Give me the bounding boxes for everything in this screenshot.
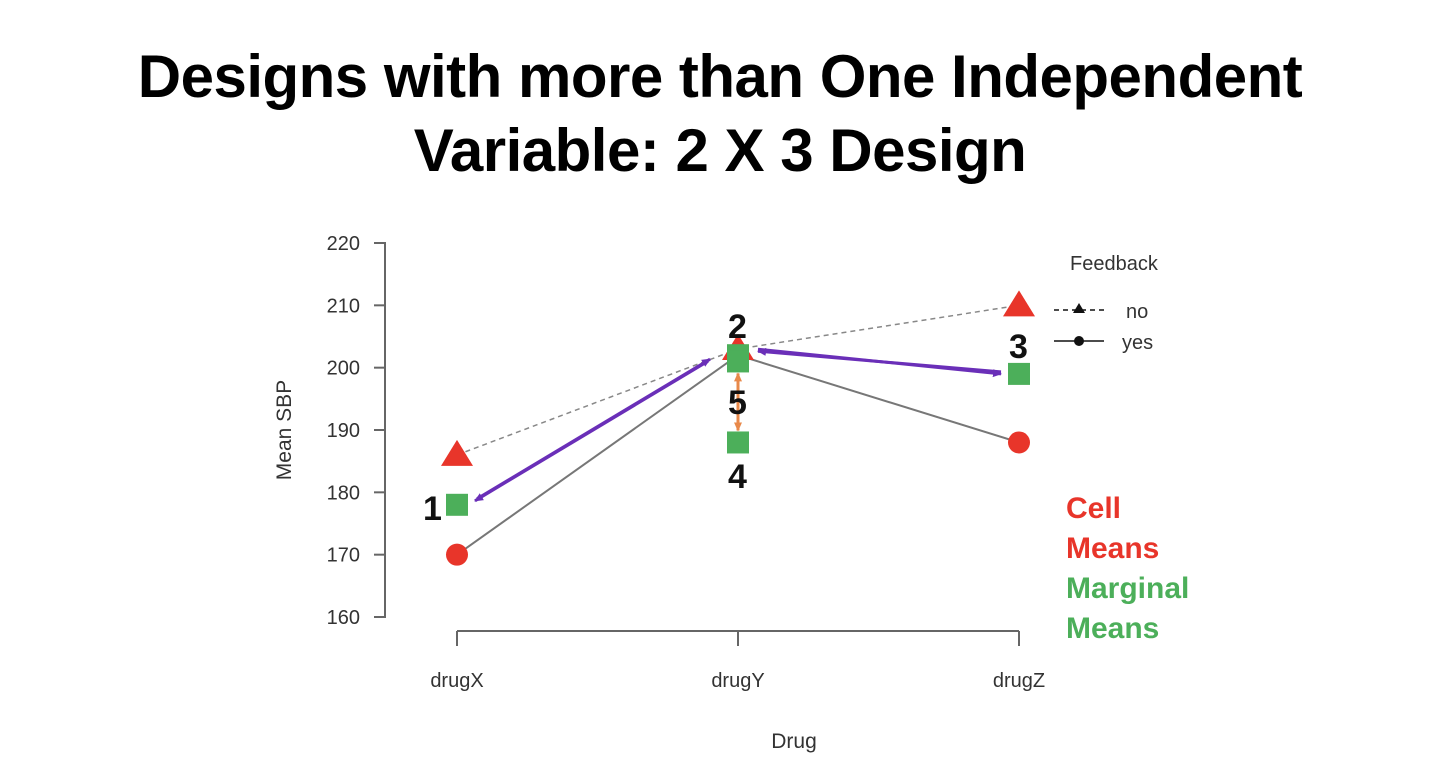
key-cell-line2: Means	[1066, 532, 1159, 565]
legend-label-yes: yes	[1122, 332, 1153, 354]
y-tick-label: 210	[327, 295, 360, 317]
annotation-2: 2	[728, 308, 747, 346]
x-tick-label: drugX	[430, 670, 483, 692]
legend-title: Feedback	[1070, 253, 1159, 275]
arrow-2	[476, 357, 711, 501]
marginal-mean-drugZ	[1008, 362, 1030, 385]
y-tick-label: 220	[327, 233, 360, 255]
y-tick-label: 180	[327, 482, 360, 504]
cell-mean-yes-drugX	[446, 543, 468, 566]
cell-mean-yes-drugZ	[1008, 431, 1030, 454]
x-axis-title: Drug	[771, 730, 817, 753]
marginal-mean-feedback-1	[727, 431, 749, 454]
cell-mean-no-drugX	[441, 439, 473, 466]
marginal-mean-drugX	[446, 493, 468, 516]
key-marginal-line1: Marginal	[1066, 572, 1189, 605]
cell-mean-no-drugZ	[1003, 290, 1035, 317]
y-tick-label: 200	[327, 358, 360, 380]
y-axis-title: Mean SBP	[273, 380, 296, 480]
interaction-plot: 160 170 180 190 200 210 220 drugX drugY drugZ 5 D…	[273, 233, 1189, 753]
y-tick-label: 160	[327, 607, 360, 629]
x-tick-label: drugZ	[993, 670, 1045, 692]
x-tick-label: drugY	[711, 670, 764, 692]
y-tick-label: 170	[327, 545, 360, 567]
annotation-1: 1	[423, 490, 442, 528]
annotation-4: 4	[728, 458, 747, 496]
key-cell-line1: Cell	[1066, 492, 1121, 525]
legend-label-no: no	[1126, 301, 1148, 323]
legend-marker-circle	[1074, 336, 1084, 346]
annotation-3: 3	[1009, 328, 1028, 366]
key-marginal-line2: Means	[1066, 612, 1159, 645]
arrow-3	[757, 347, 1002, 378]
y-tick-label: 190	[327, 420, 360, 442]
marginal-mean-feedback-0	[727, 350, 749, 373]
legend-marker-triangle	[1073, 303, 1085, 313]
annotation-5: 5	[728, 384, 747, 422]
